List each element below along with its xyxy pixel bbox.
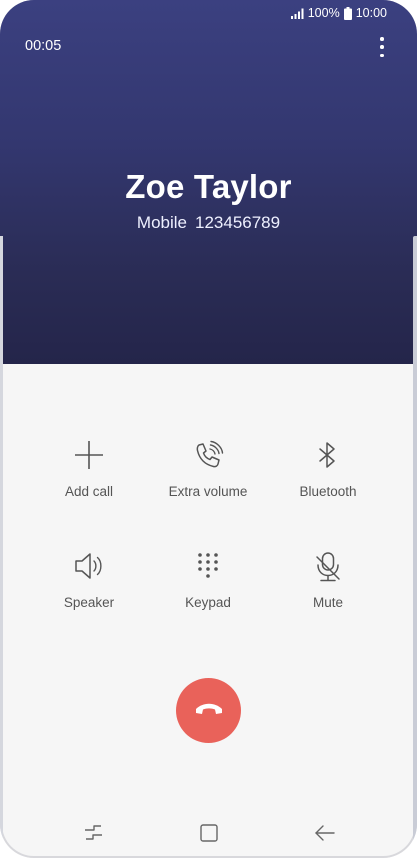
- mic-muted-icon: [268, 551, 388, 585]
- bluetooth-button[interactable]: Bluetooth: [268, 440, 388, 499]
- phone-volume-icon: [148, 440, 268, 474]
- bluetooth-label: Bluetooth: [299, 484, 357, 499]
- recent-apps-icon[interactable]: [82, 822, 106, 844]
- mute-label: Mute: [312, 595, 343, 610]
- more-options-icon[interactable]: [377, 37, 387, 57]
- phone-number: 123456789: [195, 213, 281, 232]
- add-call-label: Add call: [64, 484, 114, 499]
- add-call-button[interactable]: Add call: [29, 440, 149, 499]
- bluetooth-icon: [268, 440, 388, 474]
- screen-edge-left: [0, 236, 3, 846]
- clock: 10:00: [355, 6, 387, 20]
- speaker-icon: [29, 551, 149, 585]
- signal-icon: [290, 8, 304, 19]
- status-bar: 100% 10:00: [290, 6, 387, 20]
- call-duration: 00:05: [25, 38, 62, 54]
- keypad-button[interactable]: Keypad: [148, 551, 268, 610]
- phone-screen: 100% 10:00 00:05 Zoe Taylor Mobile 123456…: [0, 0, 417, 858]
- navigation-bar: [0, 808, 417, 858]
- speaker-button[interactable]: Speaker: [29, 551, 149, 610]
- battery-icon: [343, 6, 352, 20]
- mute-button[interactable]: Mute: [268, 551, 388, 610]
- screen-edge-right: [413, 236, 417, 846]
- number-type: Mobile: [136, 213, 187, 232]
- speaker-label: Speaker: [63, 595, 115, 610]
- home-icon[interactable]: [197, 822, 221, 844]
- back-icon[interactable]: [313, 822, 337, 844]
- end-call-icon: [194, 700, 224, 721]
- extra-volume-label: Extra volume: [168, 484, 248, 499]
- keypad-label: Keypad: [185, 595, 231, 610]
- plus-icon: [29, 440, 149, 474]
- caller-name: Zoe Taylor: [125, 168, 292, 205]
- caller-number-line: Mobile 123456789: [0, 213, 417, 233]
- call-header: 100% 10:00 00:05 Zoe Taylor Mobile 123456…: [0, 0, 417, 364]
- end-call-button[interactable]: [176, 678, 241, 743]
- battery-percent: 100%: [307, 6, 340, 20]
- extra-volume-button[interactable]: Extra volume: [148, 440, 268, 499]
- keypad-icon: [148, 551, 268, 585]
